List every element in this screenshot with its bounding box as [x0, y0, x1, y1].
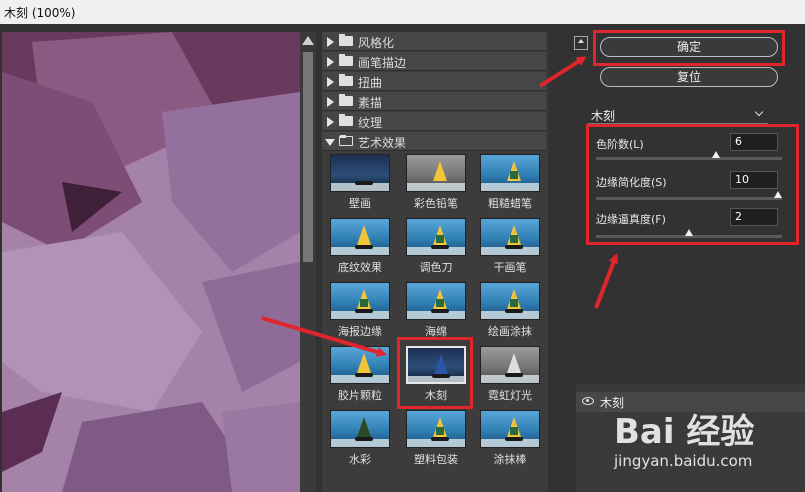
arrow-to-params: [594, 253, 619, 309]
watermark-brand: Bai 经验: [614, 412, 755, 452]
watermark-url: jingyan.baidu.com: [614, 452, 753, 470]
arrow-to-cutout: [261, 316, 387, 357]
arrow-to-ok: [538, 56, 587, 88]
